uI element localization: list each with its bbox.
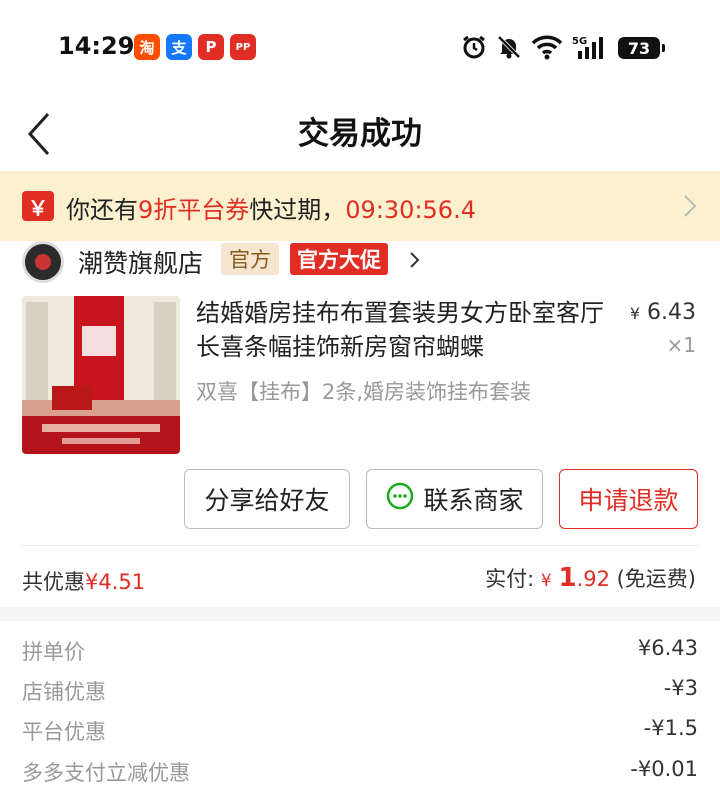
pinduoduo-app-icon: P: [198, 34, 224, 60]
product-price: ¥ 6.43: [629, 300, 696, 325]
alipay-app-icon: 支: [166, 34, 192, 60]
svg-text:5G: 5G: [572, 36, 587, 47]
product-title[interactable]: 结婚婚房挂布布置套装男女方卧室客厅长喜条幅挂饰新房窗帘蝴蝶: [196, 296, 616, 364]
chat-icon: [385, 481, 415, 517]
total-discount: 共优惠¥4.51: [22, 570, 146, 594]
product-spec: 双喜【挂布】2条,婚房装饰挂布套装: [196, 380, 532, 404]
share-button[interactable]: 分享给好友: [184, 469, 350, 529]
shop-logo: [22, 241, 64, 283]
coupon-countdown: 09:30:56.4: [345, 196, 476, 224]
promo-tag: 官方大促: [290, 243, 388, 275]
page-title: 交易成功: [298, 116, 422, 152]
chevron-right-icon: [682, 193, 698, 219]
official-tag: 官方: [221, 243, 279, 275]
breakdown-row: 店铺优惠 -¥3: [22, 676, 698, 704]
cellular-5g-icon: 5G: [572, 34, 612, 60]
paid-amount: 实付: ¥ 1.92 (免运费): [485, 563, 696, 593]
status-time: 14:29: [58, 32, 135, 60]
refund-button[interactable]: 申请退款: [559, 469, 698, 529]
pinduoduo-mini-app-icon: PP: [230, 34, 256, 60]
status-bar: 14:29 淘 支 P PP 5G 73: [0, 0, 720, 90]
breakdown-row: 平台优惠 -¥1.5: [22, 716, 698, 744]
mute-bell-icon: [495, 34, 523, 60]
breakdown-row: 多多支付立减优惠 -¥0.01: [22, 757, 698, 785]
contact-merchant-label: 联系商家: [423, 486, 524, 515]
divider: [22, 545, 698, 546]
battery-indicator: 73: [618, 37, 665, 59]
contact-merchant-button[interactable]: 联系商家: [366, 469, 543, 529]
breakdown-row: 拼单价 ¥6.43: [22, 636, 698, 664]
taobao-app-icon: 淘: [134, 34, 160, 60]
nav-header: 交易成功: [0, 90, 720, 170]
chevron-right-icon: [409, 251, 421, 269]
product-image[interactable]: [22, 296, 180, 454]
coupon-banner-text: 你还有9折平台券快过期，09:30:56.4: [66, 196, 476, 224]
shop-row[interactable]: 潮赞旗舰店 官方 官方大促: [0, 241, 720, 291]
wifi-icon: [530, 34, 564, 60]
coupon-icon: ￥: [22, 191, 54, 221]
alarm-icon: [460, 34, 488, 60]
product-quantity: ×1: [666, 333, 696, 357]
coupon-expiry-banner[interactable]: ￥ 你还有9折平台券快过期，09:30:56.4: [0, 171, 720, 241]
shop-name: 潮赞旗舰店: [78, 249, 204, 278]
section-separator: [0, 607, 720, 621]
